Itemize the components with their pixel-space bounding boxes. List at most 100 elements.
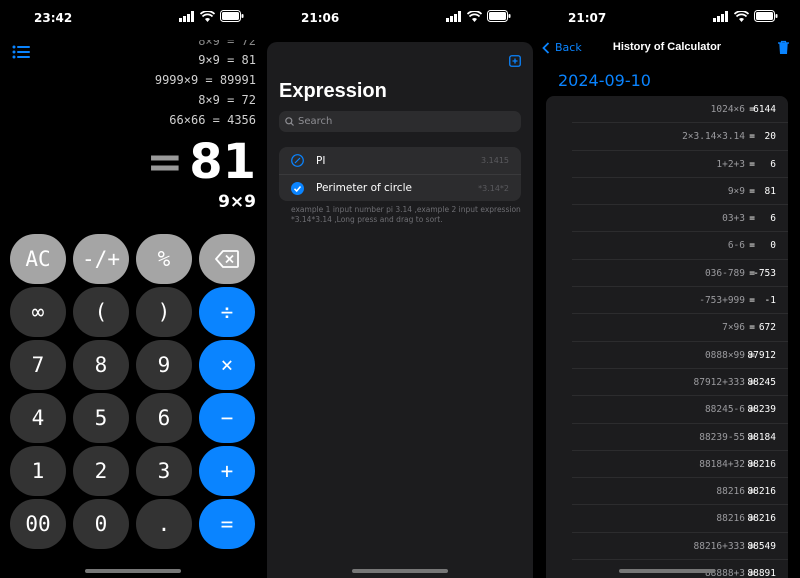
history-result: 88184 xyxy=(747,431,776,443)
wifi-icon xyxy=(467,10,482,22)
negate-key[interactable]: -/+ xyxy=(73,234,129,284)
search-field[interactable]: Search xyxy=(279,111,521,132)
equals-sign: = xyxy=(749,158,755,170)
history-result: 672 xyxy=(758,322,776,334)
calculator-screen: 23:42 8×9 = 72 9×9 = 81 9999×9 = 89991 8×9 … xyxy=(0,0,266,578)
history-result: -1 xyxy=(764,295,776,307)
equals-sign: = xyxy=(749,185,755,197)
history-row[interactable]: 88245-6 = 88239 xyxy=(572,396,788,424)
battery-icon xyxy=(754,10,778,22)
list-icon[interactable] xyxy=(12,45,30,59)
page-title: History of Calculator xyxy=(612,41,722,53)
history-list: 1024×6 = 6144 2×3.14×3.14 = 20 1+2+3 = 6 9×9 = 81 03… xyxy=(546,96,788,578)
percent-key[interactable]: % xyxy=(136,234,192,284)
history-line: 8×9 = 72 xyxy=(198,40,256,48)
home-indicator xyxy=(85,569,181,573)
equals-sign: = xyxy=(749,131,755,143)
history-row[interactable]: 1+2+3 = 6 xyxy=(572,151,788,178)
close-paren-key[interactable]: ) xyxy=(136,287,192,337)
history-row[interactable]: 7×96 = 672 xyxy=(572,314,788,342)
history-row[interactable]: 6-6 = 0 xyxy=(572,232,788,260)
history-row[interactable]: 88216 = 88216 xyxy=(572,478,788,506)
history-result: 88216 xyxy=(747,458,776,470)
history-expression: 87912+333 xyxy=(693,376,745,388)
digit-9-key[interactable]: 9 xyxy=(136,340,192,390)
history-result: -753 xyxy=(753,267,776,279)
history-row[interactable]: -753+999 = -1 xyxy=(572,287,788,315)
history-row[interactable]: 9×9 = 81 xyxy=(572,178,788,206)
digit-2-key[interactable]: 2 xyxy=(73,446,129,496)
signal-icon xyxy=(179,10,194,22)
history-result: 0 xyxy=(770,240,776,252)
history-expression: 88216+333 xyxy=(693,540,745,552)
history-expression: 2×3.14×3.14 xyxy=(682,131,745,143)
decimal-key[interactable]: . xyxy=(136,499,192,549)
expression-row[interactable]: PI 3.1415 xyxy=(279,147,521,174)
history-row[interactable]: 88184+32 = 88216 xyxy=(572,451,788,479)
history-expression: 6-6 xyxy=(727,240,745,252)
divide-key[interactable]: ÷ xyxy=(199,287,255,337)
checkmark-circle-icon[interactable] xyxy=(291,181,304,195)
signal-icon xyxy=(446,10,461,22)
history-row[interactable]: 036-789 = -753 xyxy=(572,260,788,288)
history-result: 6144 xyxy=(753,104,776,115)
plus-key[interactable]: + xyxy=(199,446,255,496)
history-result: 88216 xyxy=(747,513,776,525)
open-paren-key[interactable]: ( xyxy=(73,287,129,337)
digit-8-key[interactable]: 8 xyxy=(73,340,129,390)
equals-key[interactable]: = xyxy=(199,499,255,549)
digit-1-key[interactable]: 1 xyxy=(10,446,66,496)
infinity-key[interactable]: ∞ xyxy=(10,287,66,337)
expression-list: PI 3.1415 Perimeter of circle *3.14*2 xyxy=(279,147,521,201)
trash-icon[interactable] xyxy=(777,40,790,55)
expression-name: Perimeter of circle xyxy=(316,182,412,194)
digit-5-key[interactable]: 5 xyxy=(73,393,129,443)
status-bar: 23:42 xyxy=(0,10,266,26)
history-row[interactable]: 0888×99 = 87912 xyxy=(572,342,788,369)
digit-4-key[interactable]: 4 xyxy=(10,393,66,443)
history-expression: 88245-6 xyxy=(704,404,745,416)
digit-0-key[interactable]: 0 xyxy=(73,499,129,549)
history-result: 88245 xyxy=(747,376,776,388)
history-row[interactable]: 1024×6 = 6144 xyxy=(572,96,788,124)
page-title: Expression xyxy=(279,80,387,102)
usage-hint: example 1 input number pi 3.14 ,example … xyxy=(291,205,521,224)
battery-icon xyxy=(220,10,244,22)
history-row[interactable]: 88216 = 88216 xyxy=(572,505,788,533)
status-icons xyxy=(713,10,778,22)
delete-left-icon xyxy=(215,250,239,268)
backspace-key[interactable] xyxy=(199,234,255,284)
history-expression: 1024×6 xyxy=(710,104,745,115)
status-bar: 21:06 xyxy=(267,10,533,26)
history-row[interactable]: 88239-55 = 88184 xyxy=(572,424,788,451)
expression-value: 3.1415 xyxy=(481,156,509,165)
ac-key[interactable]: AC xyxy=(10,234,66,284)
expression-name: PI xyxy=(316,154,326,167)
unchecked-circle-icon[interactable] xyxy=(291,154,304,167)
history-expression: 88239-55 xyxy=(699,431,745,443)
digit-3-key[interactable]: 3 xyxy=(136,446,192,496)
history-row[interactable]: 88216+333 = 88549 xyxy=(572,533,788,561)
history-line: 66×66 = 4356 xyxy=(169,113,256,127)
history-expression: 88184+32 xyxy=(699,458,745,470)
result-value: 81 xyxy=(189,134,256,190)
history-result: 81 xyxy=(764,185,776,197)
status-bar: 21:07 xyxy=(534,10,800,26)
history-expression: 0888×99 xyxy=(704,349,745,361)
status-time: 23:42 xyxy=(34,11,73,25)
double-zero-key[interactable]: 00 xyxy=(10,499,66,549)
digit-7-key[interactable]: 7 xyxy=(10,340,66,390)
add-expression-icon[interactable] xyxy=(509,55,521,67)
history-row[interactable]: 87912+333 = 88245 xyxy=(572,369,788,397)
multiply-key[interactable]: × xyxy=(199,340,255,390)
history-line: 9999×9 = 89991 xyxy=(154,73,256,87)
digit-6-key[interactable]: 6 xyxy=(136,393,192,443)
minus-key[interactable]: − xyxy=(199,393,255,443)
history-row[interactable]: 03+3 = 6 xyxy=(572,205,788,233)
history-row[interactable]: 2×3.14×3.14 = 20 xyxy=(572,123,788,151)
equals-sign: = xyxy=(749,322,755,334)
result-display: = 81 xyxy=(146,134,256,190)
history-date: 2024-09-10 xyxy=(558,71,651,90)
expression-row[interactable]: Perimeter of circle *3.14*2 xyxy=(279,174,521,201)
equals-sign: = xyxy=(749,295,755,307)
